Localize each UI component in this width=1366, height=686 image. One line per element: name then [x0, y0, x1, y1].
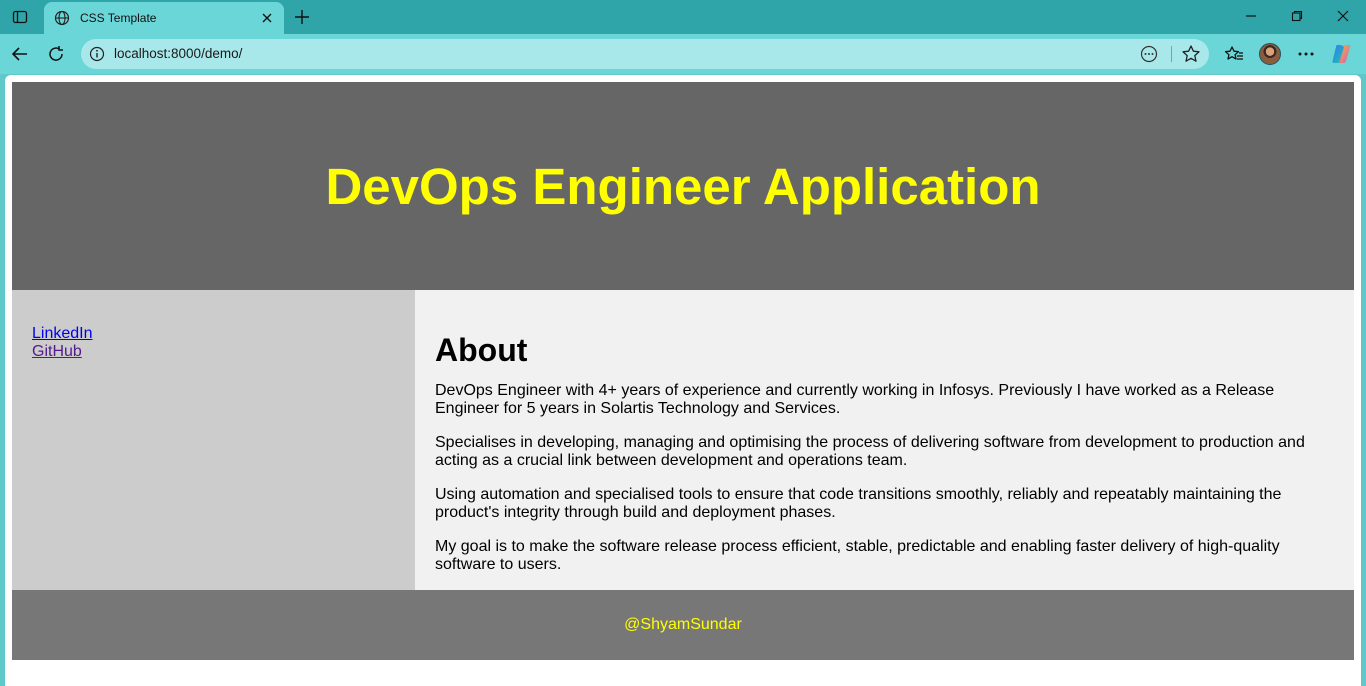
globe-icon [54, 10, 70, 26]
tab-actions-icon[interactable] [6, 5, 34, 29]
back-icon[interactable] [6, 40, 34, 68]
github-link[interactable]: GitHub [32, 343, 395, 361]
restore-icon[interactable] [1274, 0, 1320, 32]
minimize-icon[interactable] [1228, 0, 1274, 32]
url-text[interactable]: localhost:8000/demo/ [114, 46, 242, 61]
sidebar: LinkedIn GitHub [12, 290, 415, 590]
about-paragraph: Specialises in developing, managing and … [435, 434, 1305, 469]
footer-text: @ShyamSundar [624, 616, 742, 633]
about-paragraph: Using automation and specialised tools t… [435, 486, 1282, 521]
copilot-icon[interactable] [1331, 43, 1355, 65]
navigation-toolbar: localhost:8000/demo/ [0, 34, 1366, 74]
window-close-icon[interactable] [1320, 0, 1366, 32]
page-title: DevOps Engineer Application [325, 157, 1041, 215]
about-paragraph: DevOps Engineer with 4+ years of experie… [435, 382, 1275, 417]
reload-icon[interactable] [42, 40, 70, 68]
page-viewport: DevOps Engineer Application LinkedIn Git… [5, 75, 1361, 686]
tab-css-template[interactable]: CSS Template [44, 2, 284, 34]
avatar[interactable] [1259, 43, 1281, 65]
reading-mode-icon[interactable] [1140, 45, 1158, 63]
address-bar[interactable]: localhost:8000/demo/ [81, 39, 1209, 69]
about-section: About DevOps Engineer with 4+ years of e… [415, 290, 1354, 590]
tab-bar: CSS Template [0, 0, 1366, 34]
star-icon[interactable] [1181, 44, 1201, 64]
favorites-icon[interactable] [1220, 40, 1248, 68]
about-heading: About [435, 332, 528, 368]
close-icon[interactable] [260, 11, 274, 25]
divider [1171, 46, 1172, 62]
linkedin-link[interactable]: LinkedIn [32, 325, 395, 343]
more-icon[interactable] [1292, 40, 1320, 68]
about-paragraph: My goal is to make the software release … [435, 538, 1280, 573]
site-header: DevOps Engineer Application [12, 82, 1354, 290]
info-icon[interactable] [89, 46, 105, 62]
site-footer: @ShyamSundar [12, 590, 1354, 660]
tab-title: CSS Template [80, 11, 157, 25]
plus-icon[interactable] [290, 6, 314, 28]
